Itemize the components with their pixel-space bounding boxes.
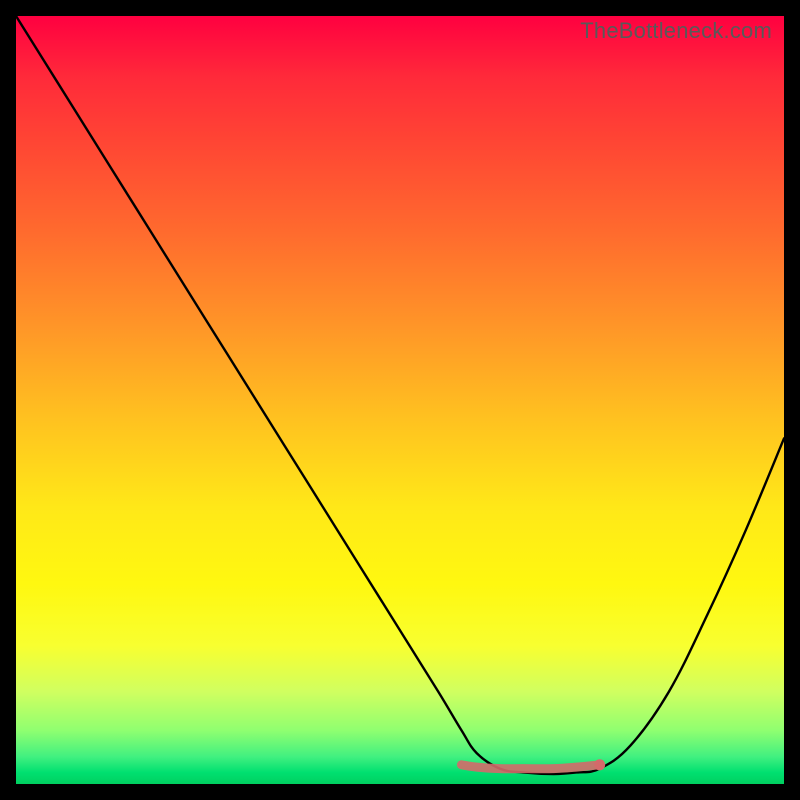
highlight-end-dot: [594, 759, 605, 770]
highlight-band: [461, 765, 599, 769]
bottleneck-curve: [16, 16, 784, 774]
plot-area: TheBottleneck.com: [16, 16, 784, 784]
chart-frame: TheBottleneck.com: [0, 0, 800, 800]
curve-layer: [16, 16, 784, 784]
